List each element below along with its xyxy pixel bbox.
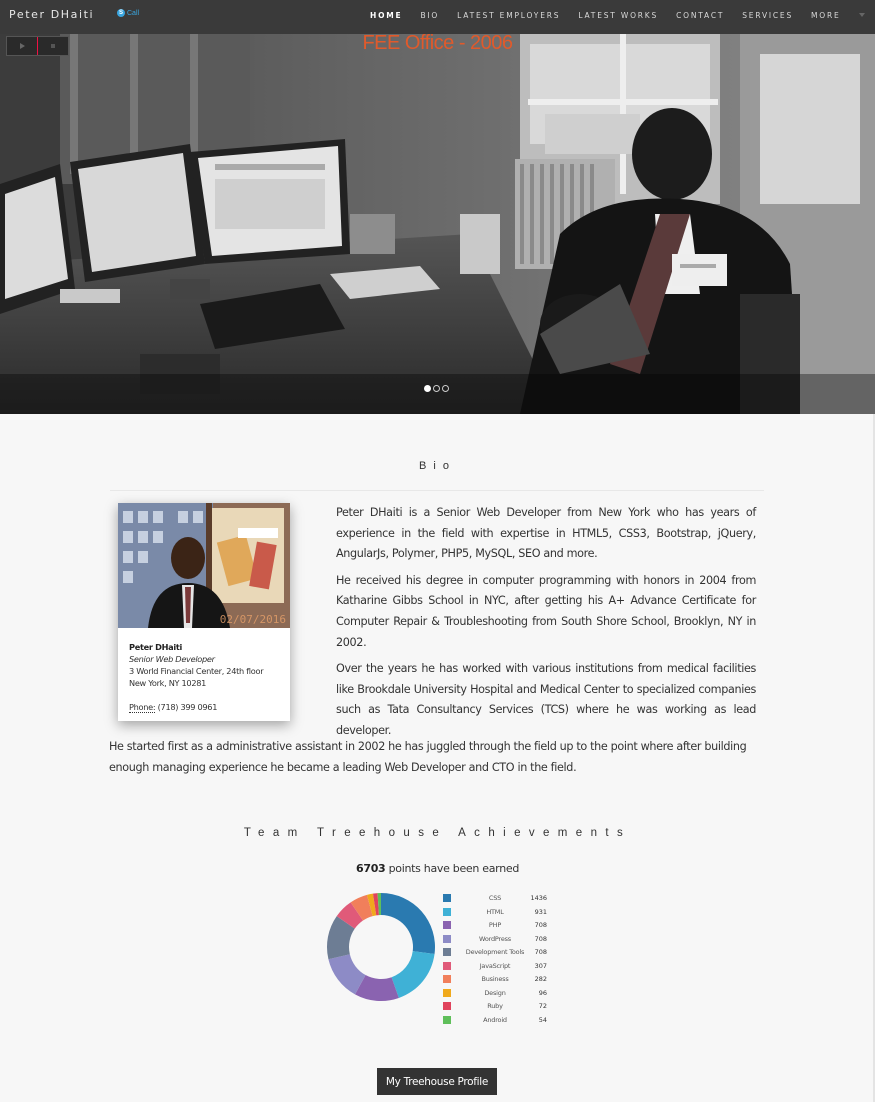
legend-value: 96	[538, 988, 547, 997]
legend-value: 72	[538, 1002, 547, 1010]
legend-item[interactable]: PHP 708	[443, 920, 553, 934]
legend-label: Design	[484, 988, 506, 997]
legend-swatch	[443, 961, 451, 970]
bio-paragraph-3: Over the years he has worked with variou…	[336, 662, 756, 737]
donut-slice-html[interactable]	[391, 951, 435, 998]
bio-paragraph-1: Peter DHaiti is a Senior Web Developer f…	[336, 506, 756, 561]
legend-item[interactable]: Development Tools 708	[443, 947, 553, 961]
legend-value: 708	[534, 948, 547, 956]
donut-slice-css[interactable]	[381, 893, 435, 955]
hero-slider: FEE Office - 2006	[0, 34, 875, 414]
profile-photo: 02/07/2016	[118, 503, 290, 628]
points-summary: 6703 points have been earned	[0, 862, 875, 875]
nav-more[interactable]: MORE	[811, 11, 841, 20]
nav-contact[interactable]: CONTACT	[676, 11, 724, 20]
skype-call-label: Call	[127, 9, 140, 17]
legend-swatch	[443, 1002, 451, 1010]
contact-address-line1: 3 World Financial Center, 24th floor	[129, 666, 264, 676]
legend-label: JavaScript	[479, 961, 511, 970]
legend-swatch	[443, 907, 451, 916]
play-button[interactable]	[7, 37, 38, 55]
legend-label: Android	[483, 1015, 507, 1024]
bio-paragraph-2: He received his degree in computer progr…	[336, 573, 756, 649]
nav-home[interactable]: HOME	[370, 11, 402, 20]
legend-value: 307	[534, 961, 547, 970]
photo-date: 02/07/2016	[219, 613, 286, 626]
nav-latest-works[interactable]: LATEST WORKS	[578, 11, 658, 20]
skype-call-button[interactable]: S Call	[117, 9, 139, 17]
skype-icon: S	[117, 9, 125, 17]
bio-paragraphs: Peter DHaiti is a Senior Web Developer f…	[336, 503, 756, 748]
phone-number[interactable]: (718) 399 0961	[158, 702, 218, 712]
hero-photo	[0, 34, 875, 414]
chart-legend: CSS 1436 HTML 931 PHP 708 WordPress 708 Developm…	[443, 893, 553, 1028]
points-suffix: points have been earned	[385, 862, 520, 875]
legend-label: Ruby	[487, 1002, 503, 1010]
main-menu: HOME BIO LATEST EMPLOYERS LATEST WORKS C…	[370, 11, 859, 20]
legend-value: 282	[534, 975, 547, 983]
legend-swatch	[443, 934, 451, 943]
slide-caption: FEE Office - 2006	[362, 34, 513, 54]
legend-item[interactable]: Design 96	[443, 988, 553, 1002]
contact-role: Senior Web Developer	[129, 654, 215, 664]
contact-phone: Phone: (718) 399 0961	[129, 701, 263, 713]
achievements-donut-chart	[327, 893, 435, 1001]
play-icon	[19, 43, 25, 49]
contact-name: Peter DHaiti	[129, 642, 183, 652]
legend-label: HTML	[486, 907, 504, 916]
legend-item[interactable]: Business 282	[443, 974, 553, 988]
legend-swatch	[443, 988, 451, 997]
slider-controls	[6, 36, 69, 56]
bio-heading: Bio	[419, 460, 456, 472]
legend-item[interactable]: JavaScript 307	[443, 961, 553, 975]
phone-label: Phone:	[129, 702, 156, 713]
legend-label: Development Tools	[465, 948, 525, 956]
slide-pagination	[424, 385, 449, 392]
legend-swatch	[443, 948, 451, 956]
legend-value: 708	[534, 921, 547, 929]
bio-closing-paragraph: He started first as a administrative ass…	[109, 740, 747, 774]
nav-latest-employers[interactable]: LATEST EMPLOYERS	[457, 11, 560, 20]
brand-name[interactable]: Peter DHaiti	[9, 8, 94, 21]
legend-label: Business	[481, 975, 509, 983]
legend-item[interactable]: CSS 1436	[443, 893, 553, 907]
legend-item[interactable]: Android 54	[443, 1015, 553, 1029]
legend-label: PHP	[488, 921, 502, 929]
stop-button[interactable]	[38, 37, 68, 55]
treehouse-profile-button[interactable]: My Treehouse Profile	[377, 1068, 497, 1095]
slide-dot-3[interactable]	[442, 385, 449, 392]
profile-card: 02/07/2016 Peter DHaiti Senior Web Devel…	[118, 503, 290, 721]
legend-swatch	[443, 894, 451, 902]
legend-value: 1436	[530, 894, 547, 902]
legend-value: 931	[534, 907, 547, 916]
stop-icon	[51, 44, 55, 48]
legend-item[interactable]: WordPress 708	[443, 934, 553, 948]
points-value: 6703	[355, 862, 386, 875]
legend-label: WordPress	[478, 934, 511, 943]
contact-details: Peter DHaiti Senior Web Developer 3 Worl…	[129, 641, 264, 713]
slide-dot-1[interactable]	[424, 385, 431, 392]
legend-item[interactable]: HTML 931	[443, 907, 553, 921]
top-navbar: Peter DHaiti S Call HOME BIO LATEST EMPL…	[0, 0, 875, 34]
achievements-heading: Team Treehouse Achievements	[243, 827, 632, 839]
slide-dot-2[interactable]	[433, 385, 440, 392]
nav-bio[interactable]: BIO	[420, 11, 439, 20]
contact-address-line2: New York, NY 10281	[129, 678, 207, 688]
legend-value: 54	[538, 1015, 547, 1024]
legend-label: CSS	[488, 894, 502, 902]
chevron-down-icon[interactable]	[859, 13, 865, 17]
legend-swatch	[443, 1015, 451, 1024]
legend-swatch	[443, 975, 451, 983]
legend-item[interactable]: Ruby 72	[443, 1001, 553, 1015]
divider	[110, 490, 764, 491]
legend-value: 708	[534, 934, 547, 943]
nav-services[interactable]: SERVICES	[742, 11, 793, 20]
legend-swatch	[443, 921, 451, 929]
